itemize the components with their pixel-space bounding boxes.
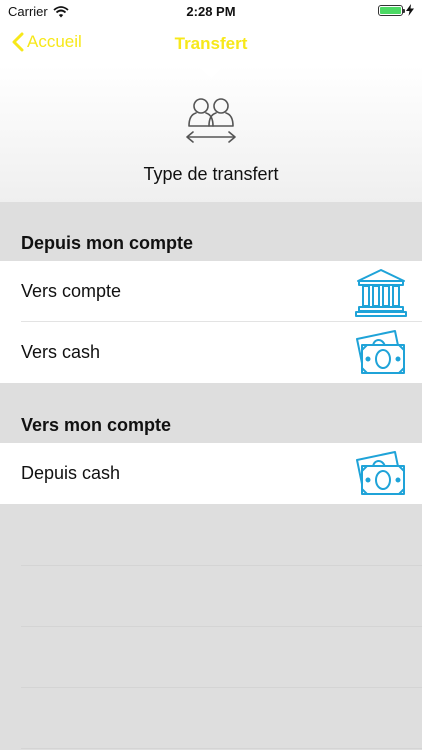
nav-pointer: [199, 66, 223, 78]
navigation-bar: Accueil Transfert: [0, 22, 422, 66]
section-title-from-account: Depuis mon compte: [21, 233, 194, 253]
cash-icon: [356, 451, 405, 495]
section-title-to-account: Vers mon compte: [21, 415, 172, 435]
list-item-from-cash[interactable]: Depuis cash: [0, 443, 422, 504]
transfer-type-header: Type de transfert: [0, 66, 422, 202]
chevron-left-icon: [12, 32, 24, 52]
battery-level: [380, 6, 401, 14]
bank-icon: [355, 269, 407, 317]
battery-icon: [378, 4, 405, 16]
charging-bolt-icon: [406, 4, 414, 16]
back-button-label: Accueil: [27, 32, 82, 51]
cash-icon: [356, 330, 405, 374]
transfer-users-icon: [186, 98, 236, 143]
status-right: [378, 4, 414, 16]
list-item-to-cash[interactable]: Vers cash: [0, 322, 422, 383]
status-time: 2:28 PM: [186, 4, 236, 19]
empty-row-separator: [21, 748, 422, 749]
transfer-type-label: Type de transfert: [143, 164, 279, 184]
list-item-label: Depuis cash: [21, 463, 121, 483]
list-item-label: Vers compte: [21, 281, 122, 301]
list-item-to-account[interactable]: Vers compte: [0, 261, 422, 322]
empty-row-separator: [21, 565, 422, 566]
status-bar: Carrier 2:28 PM: [0, 0, 422, 22]
back-button[interactable]: Accueil: [12, 32, 82, 52]
list-item-label: Vers cash: [21, 342, 101, 362]
empty-row-separator: [21, 626, 422, 627]
empty-row-separator: [21, 687, 422, 688]
